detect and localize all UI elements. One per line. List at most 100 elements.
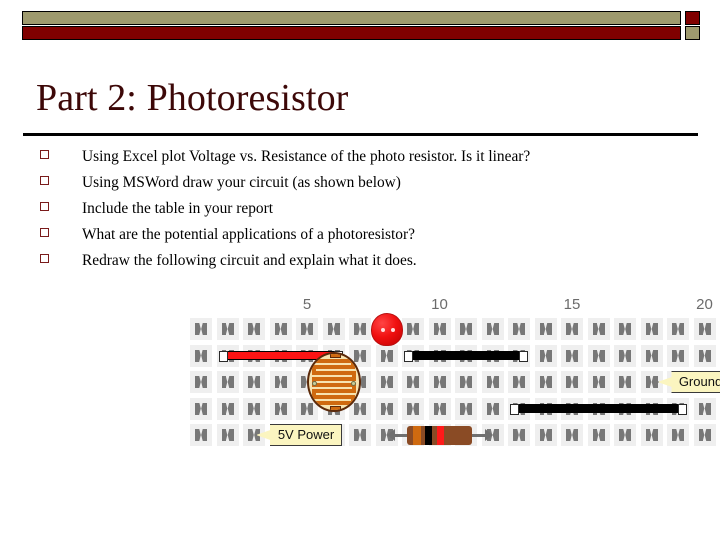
list-item-label: Redraw the following circuit and explain… bbox=[82, 252, 417, 269]
breadboard-hole bbox=[216, 371, 239, 393]
breadboard-hole bbox=[402, 371, 424, 393]
breadboard-hole bbox=[693, 344, 716, 367]
breadboard-hole bbox=[375, 344, 398, 367]
breadboard-hole bbox=[190, 424, 212, 446]
breadboard-hole bbox=[455, 318, 477, 340]
led-highlight-dot bbox=[390, 328, 395, 332]
breadboard-hole bbox=[587, 424, 610, 446]
black-jumper-wire-top bbox=[404, 350, 528, 362]
breadboard-column-label: 10 bbox=[431, 296, 448, 313]
breadboard-hole bbox=[693, 397, 716, 420]
breadboard-hole-grid: Ground 5V Power bbox=[190, 313, 720, 458]
breadboard-hole bbox=[375, 397, 398, 420]
breadboard-hole bbox=[243, 371, 265, 393]
list-item: Using Excel plot Voltage vs. Resistance … bbox=[40, 148, 700, 174]
breadboard-hole bbox=[561, 371, 583, 393]
breadboard-hole bbox=[614, 344, 636, 367]
wire-end-cap bbox=[218, 350, 228, 362]
breadboard-hole bbox=[640, 318, 663, 340]
breadboard-hole bbox=[614, 318, 636, 340]
breadboard-hole bbox=[667, 424, 689, 446]
breadboard-hole bbox=[322, 318, 345, 340]
breadboard-diagram: 5 10 15 20 Ground 5V Power bbox=[190, 296, 720, 476]
breadboard-hole bbox=[375, 371, 398, 393]
breadboard-hole bbox=[269, 397, 292, 420]
breadboard-hole bbox=[481, 371, 504, 393]
decorative-banner bbox=[22, 11, 700, 41]
black-jumper-wire-bottom bbox=[510, 403, 687, 415]
breadboard-hole bbox=[508, 318, 530, 340]
breadboard-hole bbox=[269, 371, 292, 393]
breadboard-hole bbox=[534, 318, 557, 340]
breadboard-hole bbox=[216, 397, 239, 420]
photoresistor-component bbox=[306, 352, 361, 412]
breadboard-hole bbox=[561, 318, 583, 340]
breadboard-hole bbox=[561, 344, 583, 367]
breadboard-hole bbox=[296, 318, 318, 340]
banner-top-bar bbox=[22, 11, 681, 25]
breadboard-hole bbox=[481, 397, 504, 420]
resistor-color-band bbox=[436, 426, 445, 445]
breadboard-hole bbox=[614, 424, 636, 446]
breadboard-column-label: 20 bbox=[696, 296, 713, 313]
wire-end-cap bbox=[519, 350, 528, 362]
breadboard-hole bbox=[534, 371, 557, 393]
resistor-body bbox=[406, 426, 473, 445]
resistor-arrow-icon bbox=[484, 429, 493, 441]
list-item-label: What are the potential applications of a… bbox=[82, 226, 415, 243]
breadboard-hole bbox=[534, 424, 557, 446]
breadboard-hole bbox=[428, 371, 451, 393]
breadboard-hole bbox=[693, 318, 716, 340]
square-bullet-icon bbox=[40, 228, 49, 237]
square-bullet-icon bbox=[40, 254, 49, 263]
breadboard-hole bbox=[534, 344, 557, 367]
breadboard-hole bbox=[216, 318, 239, 340]
wire-end-cap bbox=[510, 403, 519, 415]
breadboard-hole bbox=[269, 318, 292, 340]
led-highlight-dot bbox=[380, 328, 385, 332]
wire-end-cap bbox=[404, 350, 413, 362]
breadboard-hole bbox=[587, 371, 610, 393]
breadboard-column-label: 15 bbox=[563, 296, 581, 313]
breadboard-hole bbox=[640, 424, 663, 446]
list-item: Using MSWord draw your circuit (as shown… bbox=[40, 174, 700, 200]
breadboard-hole bbox=[190, 344, 212, 367]
photoresistor-tab bbox=[329, 406, 341, 410]
square-bullet-icon bbox=[40, 150, 49, 159]
breadboard-hole bbox=[243, 397, 265, 420]
photoresistor-tab bbox=[329, 354, 341, 358]
banner-top-row bbox=[22, 11, 700, 25]
list-item-label: Include the table in your report bbox=[82, 200, 274, 217]
breadboard-hole bbox=[428, 318, 451, 340]
breadboard-hole bbox=[216, 424, 239, 446]
breadboard-hole bbox=[587, 344, 610, 367]
list-item: Redraw the following circuit and explain… bbox=[40, 252, 700, 278]
breadboard-hole bbox=[508, 371, 530, 393]
page-title: Part 2: Photoresistor bbox=[36, 77, 349, 119]
resistor-component bbox=[386, 424, 493, 446]
breadboard-hole bbox=[402, 318, 424, 340]
breadboard-hole bbox=[190, 318, 212, 340]
breadboard-hole bbox=[693, 424, 716, 446]
breadboard-hole bbox=[455, 371, 477, 393]
wire-end-cap bbox=[678, 403, 687, 415]
square-bullet-icon bbox=[40, 176, 49, 185]
breadboard-hole bbox=[508, 424, 530, 446]
breadboard-hole bbox=[428, 397, 451, 420]
banner-bottom-bar bbox=[22, 26, 681, 40]
resistor-color-band bbox=[424, 426, 433, 445]
bullet-list: Using Excel plot Voltage vs. Resistance … bbox=[40, 148, 700, 278]
photoresistor-lead bbox=[350, 381, 356, 386]
breadboard-hole bbox=[481, 318, 504, 340]
banner-bottom-row bbox=[22, 26, 700, 40]
breadboard-hole bbox=[667, 344, 689, 367]
photoresistor-lead bbox=[311, 381, 317, 386]
list-item-label: Using Excel plot Voltage vs. Resistance … bbox=[82, 148, 531, 165]
breadboard-hole bbox=[587, 318, 610, 340]
square-bullet-icon bbox=[40, 202, 49, 211]
breadboard-column-label: 5 bbox=[302, 296, 312, 313]
breadboard-hole bbox=[561, 424, 583, 446]
banner-bottom-square bbox=[685, 26, 700, 40]
resistor-arrow-icon bbox=[386, 429, 395, 441]
breadboard-hole bbox=[349, 318, 371, 340]
